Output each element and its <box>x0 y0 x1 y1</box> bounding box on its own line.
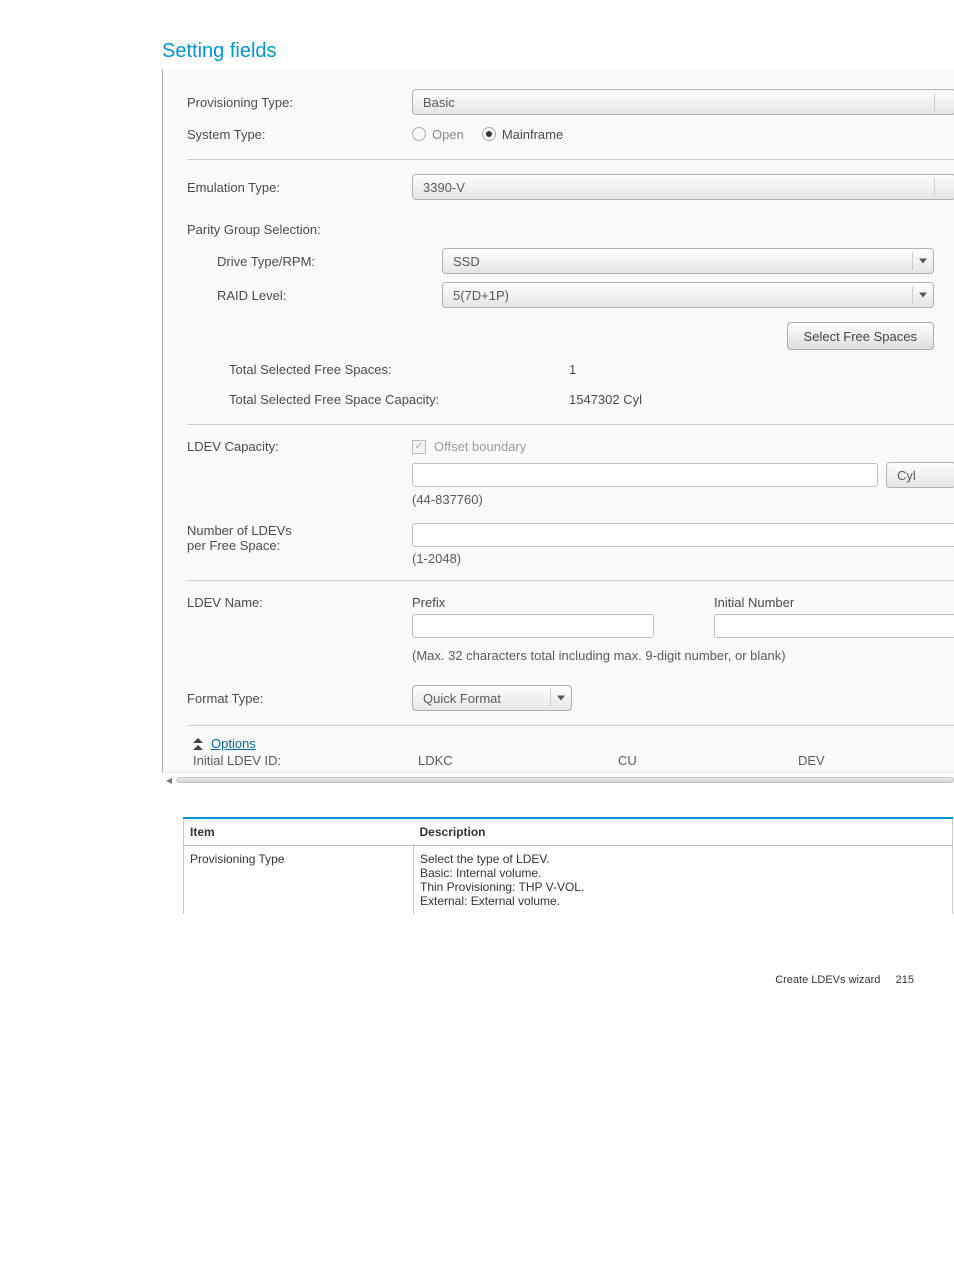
ldev-name-initial-number-input[interactable] <box>714 614 954 638</box>
ldev-capacity-label: LDEV Capacity: <box>187 439 412 454</box>
system-type-open-label: Open <box>432 127 464 142</box>
system-type-open[interactable]: Open <box>412 127 464 142</box>
desc-line: Select the type of LDEV. <box>420 852 946 866</box>
ldev-name-label: LDEV Name: <box>187 595 412 610</box>
num-ldevs-label: Number of LDEVs per Free Space: <box>187 523 412 553</box>
raid-level-select[interactable]: 5(7D+1P) <box>442 282 934 308</box>
select-separator <box>912 286 913 304</box>
page-footer: Create LDEVs wizard 215 <box>0 914 954 1006</box>
collapse-icon[interactable] <box>193 738 203 750</box>
desc-line: Basic: Internal volume. <box>420 866 946 880</box>
radio-icon <box>412 127 426 141</box>
radio-icon <box>482 127 496 141</box>
system-type-radio-group: Open Mainframe <box>412 127 563 142</box>
ldev-name-initial-number-label: Initial Number <box>714 595 954 610</box>
divider <box>187 725 954 726</box>
ldev-name-hint: (Max. 32 characters total including max.… <box>412 648 954 663</box>
provisioning-type-select[interactable]: Basic <box>412 89 954 115</box>
chevron-down-icon <box>919 293 927 298</box>
description-table: Item Description Provisioning Type Selec… <box>183 817 953 914</box>
total-free-spaces-label: Total Selected Free Spaces: <box>229 362 569 377</box>
emulation-type-select[interactable]: 3390-V <box>412 174 954 200</box>
initial-ldev-id-dev: DEV <box>798 753 825 768</box>
drive-type-value: SSD <box>453 254 480 269</box>
num-ldevs-label-line1: Number of LDEVs <box>187 523 412 538</box>
settings-form: Provisioning Type: Basic System Type: Op… <box>162 69 954 773</box>
system-type-label: System Type: <box>187 127 412 142</box>
initial-ldev-id-ldkc: LDKC <box>418 753 618 768</box>
raid-level-label: RAID Level: <box>187 288 442 303</box>
divider <box>187 580 954 581</box>
format-type-value: Quick Format <box>423 691 501 706</box>
ldev-capacity-range: (44-837760) <box>412 492 954 507</box>
emulation-type-label: Emulation Type: <box>187 180 412 195</box>
select-separator <box>934 93 935 111</box>
footer-page: 215 <box>896 974 914 986</box>
horizontal-scrollbar[interactable]: ◂ <box>162 773 954 787</box>
footer-text: Create LDEVs wizard <box>775 974 880 986</box>
options-link[interactable]: Options <box>211 736 256 751</box>
num-ldevs-label-line2: per Free Space: <box>187 538 412 553</box>
raid-level-value: 5(7D+1P) <box>453 288 509 303</box>
select-separator <box>912 252 913 270</box>
select-free-spaces-button[interactable]: Select Free Spaces <box>787 322 934 350</box>
total-free-space-capacity-value: 1547302 Cyl <box>569 392 642 407</box>
desc-line: External: External volume. <box>420 894 946 908</box>
divider <box>187 424 954 425</box>
ldev-capacity-input[interactable] <box>412 463 878 487</box>
ldev-capacity-unit-select[interactable]: Cyl <box>886 462 954 488</box>
select-separator <box>550 689 551 707</box>
ldev-name-prefix-label: Prefix <box>412 595 654 610</box>
num-ldevs-range: (1-2048) <box>412 551 954 566</box>
offset-boundary-label: Offset boundary <box>434 439 526 454</box>
total-free-spaces-value: 1 <box>569 362 576 377</box>
ldev-name-prefix-input[interactable] <box>412 614 654 638</box>
provisioning-type-label: Provisioning Type: <box>187 95 412 110</box>
desc-line: Thin Provisioning: THP V-VOL. <box>420 880 946 894</box>
table-cell-item: Provisioning Type <box>184 846 414 915</box>
ldev-capacity-unit: Cyl <box>897 468 916 483</box>
format-type-select[interactable]: Quick Format <box>412 685 572 711</box>
divider <box>187 159 954 160</box>
offset-boundary-checkbox[interactable]: ✓ <box>412 440 426 454</box>
table-header-description: Description <box>414 818 953 846</box>
system-type-mainframe[interactable]: Mainframe <box>482 127 563 142</box>
initial-ldev-id-label: Initial LDEV ID: <box>193 753 418 768</box>
section-heading: Setting fields <box>162 40 954 63</box>
provisioning-type-value: Basic <box>423 95 455 110</box>
total-free-space-capacity-label: Total Selected Free Space Capacity: <box>229 392 569 407</box>
system-type-mainframe-label: Mainframe <box>502 127 563 142</box>
num-ldevs-input[interactable] <box>412 523 954 547</box>
table-cell-description: Select the type of LDEV. Basic: Internal… <box>414 846 953 915</box>
chevron-down-icon <box>919 259 927 264</box>
table-row: Provisioning Type Select the type of LDE… <box>184 846 953 915</box>
drive-type-label: Drive Type/RPM: <box>187 254 442 269</box>
scroll-left-icon[interactable]: ◂ <box>162 773 176 787</box>
emulation-type-value: 3390-V <box>423 180 465 195</box>
format-type-label: Format Type: <box>187 691 412 706</box>
initial-ldev-id-cu: CU <box>618 753 798 768</box>
parity-group-label: Parity Group Selection: <box>187 222 412 237</box>
drive-type-select[interactable]: SSD <box>442 248 934 274</box>
scroll-track[interactable] <box>176 777 954 783</box>
select-separator <box>934 178 935 196</box>
chevron-down-icon <box>557 696 565 701</box>
table-header-item: Item <box>184 818 414 846</box>
